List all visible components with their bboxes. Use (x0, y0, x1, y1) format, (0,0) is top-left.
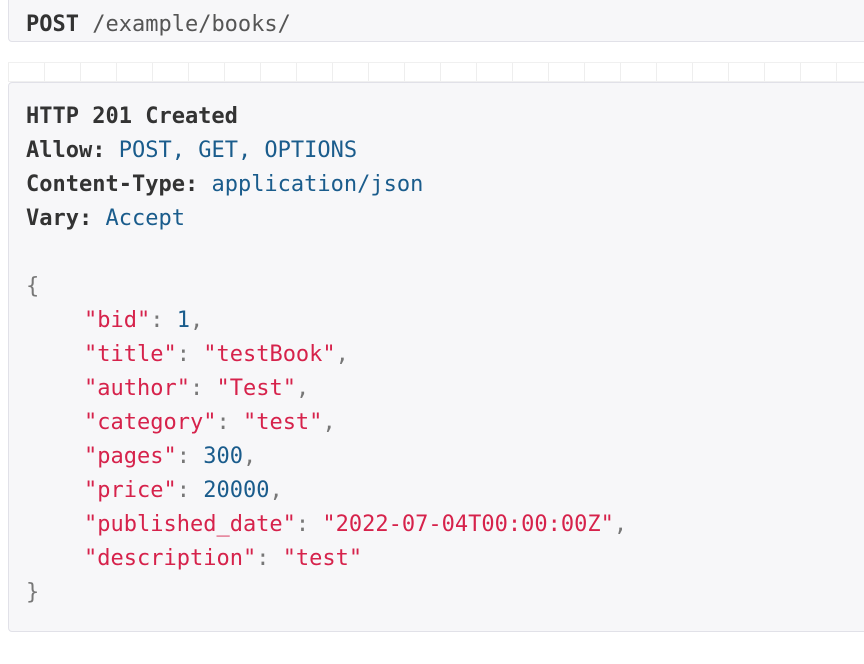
json-field-category: "category": "test", (84, 410, 336, 435)
divider-strip (8, 62, 864, 82)
json-value: "test" (242, 410, 323, 435)
json-value: 300 (203, 444, 243, 469)
json-open-brace: { (26, 274, 40, 299)
header-vary: Vary: Accept (26, 206, 185, 231)
json-value: "testBook" (203, 342, 336, 367)
json-field-title: "title": "testBook", (84, 342, 349, 367)
header-allow: Allow: POST, GET, OPTIONS (26, 138, 358, 163)
json-field-description: "description": "test" (84, 546, 363, 571)
request-path[interactable]: /example/books/ (92, 12, 291, 37)
json-key: "published_date" (84, 512, 296, 537)
json-key: "description" (84, 546, 257, 571)
json-field-author: "author": "Test", (84, 376, 310, 401)
header-value: application/json (211, 172, 424, 197)
json-field-bid: "bid": 1, (84, 308, 204, 333)
json-field-pages: "pages": 300, (84, 444, 257, 469)
json-key: "price" (84, 478, 177, 503)
json-key: "category" (84, 410, 217, 435)
json-value: 1 (176, 308, 190, 333)
json-value: "Test" (216, 376, 296, 401)
json-close-brace: } (26, 580, 40, 605)
json-key: "bid" (84, 308, 151, 333)
request-method: POST (26, 12, 79, 37)
header-value: Accept (105, 206, 185, 231)
json-field-published-date: "published_date": "2022-07-04T00:00:00Z"… (84, 512, 628, 537)
json-key: "title" (84, 342, 177, 367)
json-key: "author" (84, 376, 190, 401)
header-name: Allow (26, 138, 93, 163)
json-value: "test" (282, 546, 363, 571)
header-name: Content-Type (26, 172, 185, 197)
request-panel: POST /example/books/ (8, 0, 864, 42)
response-status: HTTP 201 Created (26, 104, 238, 129)
json-value: 20000 (203, 478, 270, 503)
response-panel: HTTP 201 Created Allow: POST, GET, OPTIO… (8, 82, 864, 632)
header-name: Vary (26, 206, 79, 231)
header-content-type: Content-Type: application/json (26, 172, 424, 197)
header-value: POST, GET, OPTIONS (118, 138, 358, 163)
json-key: "pages" (84, 444, 177, 469)
request-line: POST /example/books/ (26, 8, 291, 42)
json-field-price: "price": 20000, (84, 478, 283, 503)
json-value: "2022-07-04T00:00:00Z" (322, 512, 614, 537)
